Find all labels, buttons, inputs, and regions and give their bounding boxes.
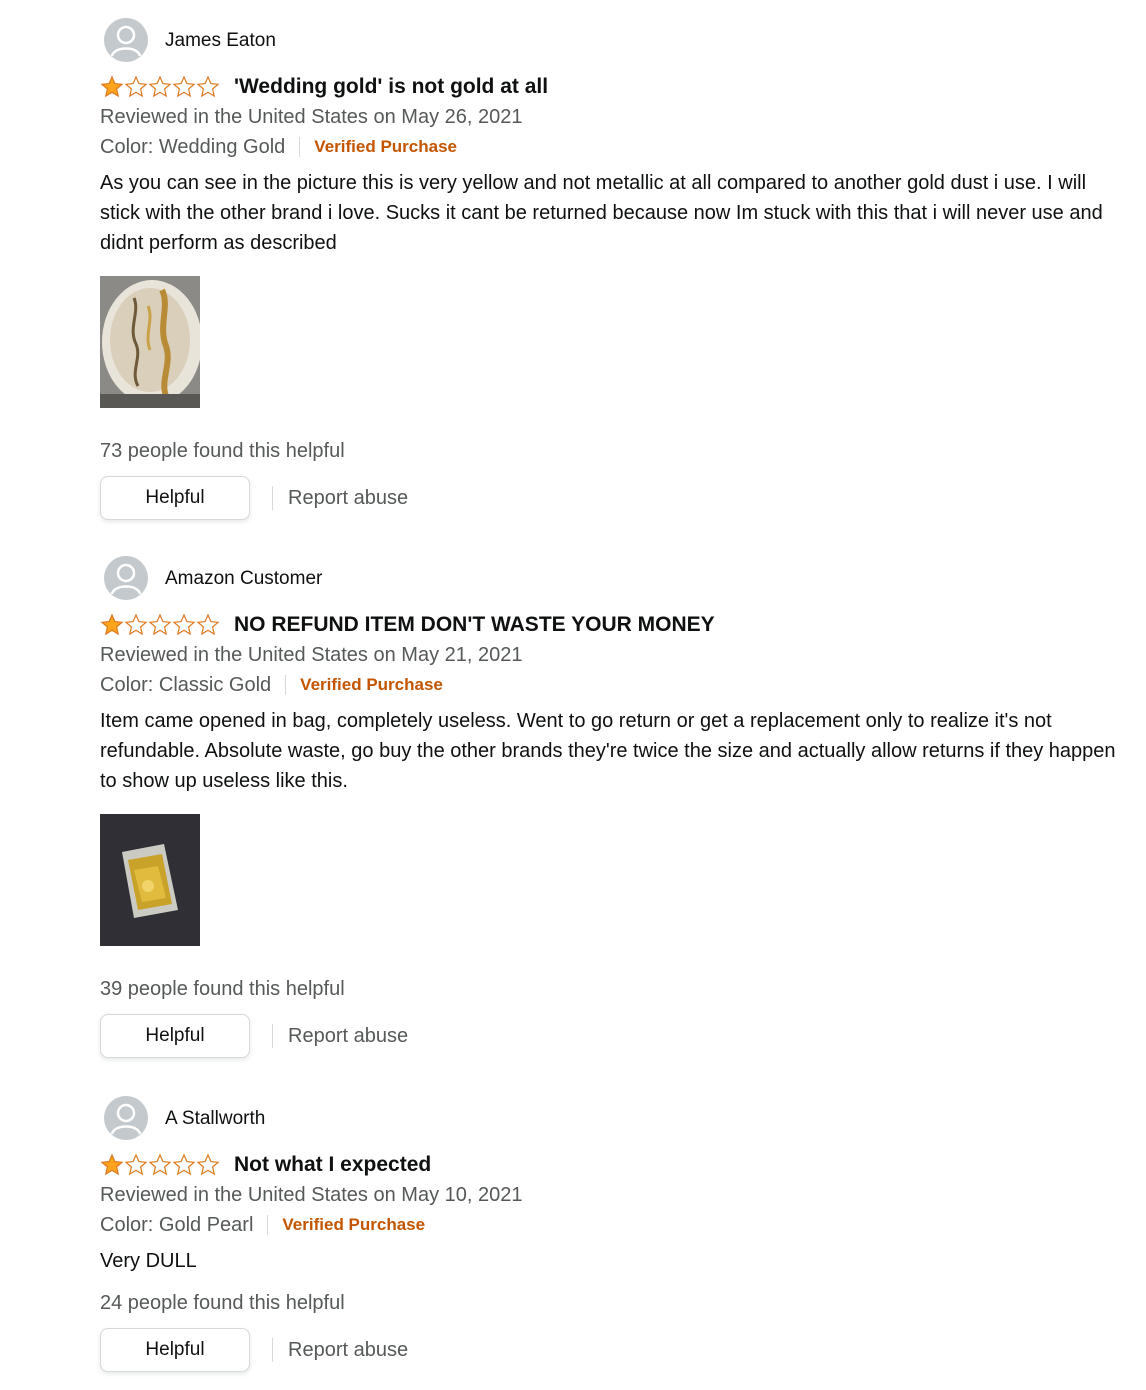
helpful-button[interactable]: Helpful	[100, 476, 250, 520]
review-title[interactable]: NO REFUND ITEM DON'T WASTE YOUR MONEY	[234, 610, 715, 640]
star-empty-icon	[172, 613, 196, 636]
review-card: A Stallworth Not what I expected Reviewe…	[100, 1096, 1130, 1376]
review-body: As you can see in the picture this is ve…	[100, 172, 1103, 254]
review-meta: Color: Classic Gold Verified Purchase	[100, 670, 1130, 700]
star-empty-icon	[124, 1153, 148, 1176]
action-divider	[272, 1024, 273, 1048]
star-empty-icon	[172, 75, 196, 98]
review-image[interactable]	[100, 814, 200, 946]
helpful-button[interactable]: Helpful	[100, 1328, 250, 1372]
report-abuse-link[interactable]: Report abuse	[288, 1335, 408, 1365]
star-empty-icon	[148, 613, 172, 636]
star-filled-icon	[100, 613, 124, 636]
review-title[interactable]: 'Wedding gold' is not gold at all	[234, 72, 548, 102]
review-meta: Color: Wedding Gold Verified Purchase	[100, 132, 1130, 162]
star-empty-icon	[196, 75, 220, 98]
avatar-icon	[104, 556, 148, 600]
meta-divider	[267, 1215, 269, 1235]
action-divider	[272, 486, 273, 510]
color-variant[interactable]: Color: Classic Gold	[100, 670, 271, 700]
reviewer-name[interactable]: James Eaton	[165, 29, 276, 53]
review-date: Reviewed in the United States on May 21,…	[100, 644, 523, 666]
helpful-count: 73 people found this helpful	[100, 440, 345, 462]
avatar-icon	[104, 1096, 148, 1140]
review-card: James Eaton 'Wedding gold' is not gold a…	[100, 18, 1130, 524]
reviewer-profile[interactable]: A Stallworth	[100, 1096, 1130, 1142]
star-filled-icon	[100, 1153, 124, 1176]
meta-divider	[299, 137, 301, 157]
review-body: Item came opened in bag, completely usel…	[100, 710, 1116, 792]
review-card: Amazon Customer NO REFUND ITEM DON'T WAS…	[100, 556, 1130, 1062]
rating-row: 'Wedding gold' is not gold at all	[100, 72, 1130, 102]
star-empty-icon	[196, 613, 220, 636]
star-empty-icon	[148, 75, 172, 98]
star-empty-icon	[124, 75, 148, 98]
review-title[interactable]: Not what I expected	[234, 1150, 431, 1180]
action-divider	[272, 1338, 273, 1362]
review-actions: Helpful Report abuse	[100, 1014, 1130, 1062]
verified-purchase-badge[interactable]: Verified Purchase	[282, 1210, 425, 1240]
reviewer-name[interactable]: A Stallworth	[165, 1107, 265, 1131]
star-empty-icon	[172, 1153, 196, 1176]
helpful-count: 39 people found this helpful	[100, 978, 345, 1000]
star-empty-icon	[148, 1153, 172, 1176]
rating-row: Not what I expected	[100, 1150, 1130, 1180]
verified-purchase-badge[interactable]: Verified Purchase	[300, 670, 443, 700]
review-body: Very DULL	[100, 1250, 197, 1272]
star-rating[interactable]	[100, 1153, 220, 1177]
review-meta: Color: Gold Pearl Verified Purchase	[100, 1210, 1130, 1240]
reviewer-profile[interactable]: James Eaton	[100, 18, 1130, 64]
report-abuse-link[interactable]: Report abuse	[288, 483, 408, 513]
report-abuse-link[interactable]: Report abuse	[288, 1021, 408, 1051]
helpful-button[interactable]: Helpful	[100, 1014, 250, 1058]
color-variant[interactable]: Color: Wedding Gold	[100, 132, 285, 162]
star-empty-icon	[124, 613, 148, 636]
meta-divider	[285, 675, 287, 695]
review-date: Reviewed in the United States on May 26,…	[100, 106, 523, 128]
helpful-count: 24 people found this helpful	[100, 1292, 345, 1314]
review-actions: Helpful Report abuse	[100, 1328, 1130, 1376]
reviews-list: James Eaton 'Wedding gold' is not gold a…	[0, 0, 1146, 1390]
reviewer-profile[interactable]: Amazon Customer	[100, 556, 1130, 602]
review-actions: Helpful Report abuse	[100, 476, 1130, 524]
review-image[interactable]	[100, 276, 200, 408]
verified-purchase-badge[interactable]: Verified Purchase	[314, 132, 457, 162]
star-empty-icon	[196, 1153, 220, 1176]
color-variant[interactable]: Color: Gold Pearl	[100, 1210, 253, 1240]
review-date: Reviewed in the United States on May 10,…	[100, 1184, 523, 1206]
star-rating[interactable]	[100, 613, 220, 637]
reviewer-name[interactable]: Amazon Customer	[165, 567, 322, 591]
star-filled-icon	[100, 75, 124, 98]
star-rating[interactable]	[100, 75, 220, 99]
rating-row: NO REFUND ITEM DON'T WASTE YOUR MONEY	[100, 610, 1130, 640]
avatar-icon	[104, 18, 148, 62]
